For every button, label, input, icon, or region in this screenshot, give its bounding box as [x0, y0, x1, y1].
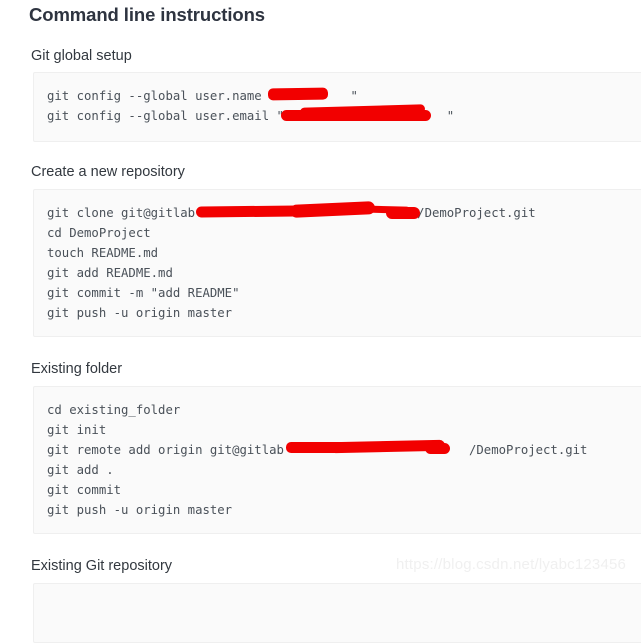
- command-line-instructions-page: Command line instructions Git global set…: [0, 0, 641, 643]
- code-line: git clone git@gitlab /DemoProject.git: [47, 206, 536, 220]
- code-block-content: [34, 584, 641, 610]
- code-line: git init: [47, 423, 107, 437]
- code-line: git config --global user.email " ": [47, 109, 455, 123]
- code-block-content: git config --global user.name " " git co…: [34, 73, 641, 139]
- code-block-existing-git-repository[interactable]: [33, 583, 641, 643]
- code-line: cd DemoProject: [47, 226, 151, 240]
- code-block-existing-folder[interactable]: cd existing_folder git init git remote a…: [33, 386, 641, 534]
- code-line: git remote add origin git@gitlab /DemoPr…: [47, 443, 588, 457]
- section-title-git-global-setup: Git global setup: [31, 48, 132, 64]
- code-line: cd existing_folder: [47, 403, 181, 417]
- section-title-create-a-new-repository: Create a new repository: [31, 164, 185, 180]
- code-block-create-a-new-repository[interactable]: git clone git@gitlab /DemoProject.git cd…: [33, 189, 641, 337]
- code-line: git commit -m "add README": [47, 286, 240, 300]
- section-title-existing-folder: Existing folder: [31, 361, 123, 377]
- code-line: git add .: [47, 463, 114, 477]
- page-title: Command line instructions: [29, 4, 265, 25]
- code-block-content: cd existing_folder git init git remote a…: [34, 387, 641, 533]
- watermark: https://blog.csdn.net/lyabc123456: [396, 556, 627, 573]
- code-line: git push -u origin master: [47, 503, 233, 517]
- code-line: touch README.md: [47, 246, 159, 260]
- code-block-content: git clone git@gitlab /DemoProject.git cd…: [34, 190, 641, 336]
- section-title-existing-git-repository: Existing Git repository: [31, 558, 173, 574]
- code-block-git-global-setup[interactable]: git config --global user.name " " git co…: [33, 72, 641, 142]
- code-line: git push -u origin master: [47, 306, 233, 320]
- code-line: git commit: [47, 483, 122, 497]
- code-line: git add README.md: [47, 266, 173, 280]
- code-line: git config --global user.name " ": [47, 89, 358, 103]
